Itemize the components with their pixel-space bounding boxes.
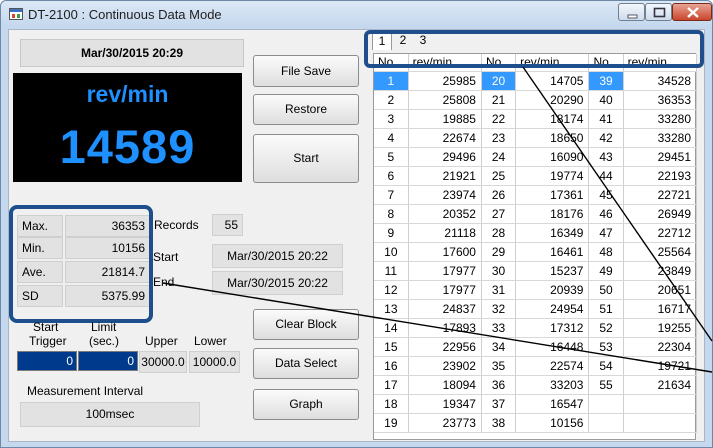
header-pointer-line: [522, 66, 713, 342]
stats-pointer-line: [162, 282, 713, 373]
annotation-lines: [162, 66, 713, 373]
